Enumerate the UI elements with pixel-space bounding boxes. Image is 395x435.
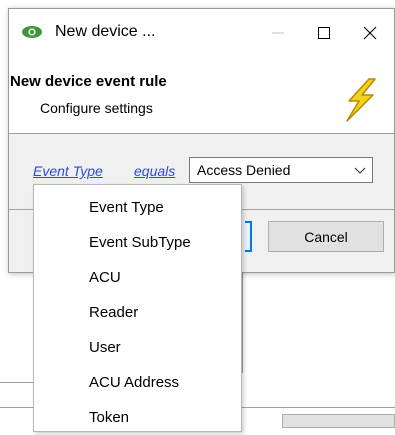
menu-item-acu[interactable]: ACU <box>34 260 241 295</box>
menu-item-event-subtype[interactable]: Event SubType <box>34 225 241 260</box>
close-button[interactable] <box>347 9 393 57</box>
maximize-button[interactable] <box>301 9 347 57</box>
lightning-bolt-icon <box>346 78 376 122</box>
window-title: New device ... <box>55 23 156 40</box>
eye-icon <box>22 26 42 38</box>
menu-item-token[interactable]: Token <box>34 400 241 435</box>
dialog-title: New device event rule <box>10 73 167 90</box>
minimize-icon <box>272 32 284 34</box>
field-dropdown-menu: Event Type Event SubType ACU Reader User… <box>33 184 242 432</box>
menu-item-event-type[interactable]: Event Type <box>34 190 241 225</box>
menu-item-acu-address[interactable]: ACU Address <box>34 365 241 400</box>
cancel-button[interactable]: Cancel <box>268 221 384 252</box>
background-vertical-line <box>242 273 243 373</box>
equals-link[interactable]: equals <box>134 163 175 179</box>
event-type-link[interactable]: Event Type <box>33 163 103 179</box>
ok-button[interactable] <box>245 221 252 252</box>
close-icon <box>363 26 377 40</box>
background-divider-3 <box>242 407 395 408</box>
minimize-button[interactable] <box>255 9 301 57</box>
menu-item-user[interactable]: User <box>34 330 241 365</box>
event-value-select[interactable]: Access Denied <box>189 157 373 183</box>
chevron-down-icon <box>354 167 366 174</box>
menu-item-reader[interactable]: Reader <box>34 295 241 330</box>
dialog-subtitle: Configure settings <box>40 100 153 116</box>
maximize-icon <box>318 27 330 39</box>
rule-condition-row: Event Type equals Access Denied <box>9 157 394 187</box>
dialog-header: New device event rule Configure settings <box>9 57 394 134</box>
selected-value: Access Denied <box>197 162 291 178</box>
title-bar: New device ... <box>9 9 394 57</box>
